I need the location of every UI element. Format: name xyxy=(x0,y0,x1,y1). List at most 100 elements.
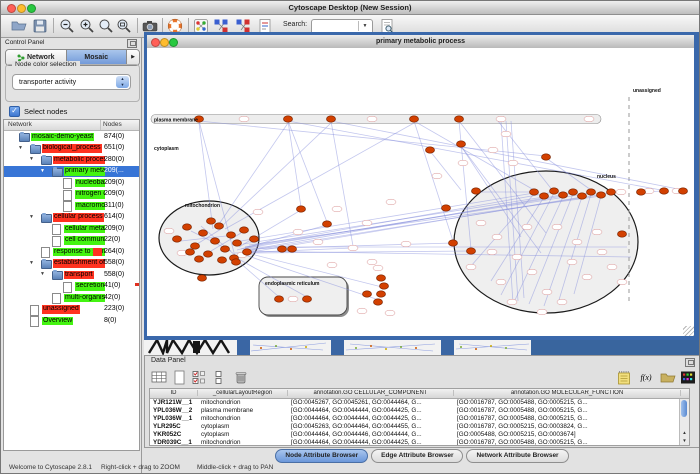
network-node[interactable] xyxy=(618,231,627,237)
node-color-attribute-select[interactable]: transporter activity ▲▼ xyxy=(12,74,131,90)
zoom-selected-icon[interactable] xyxy=(96,17,116,35)
network-node[interactable] xyxy=(297,206,306,212)
tree-row[interactable]: unassigned223(0) xyxy=(4,304,139,316)
network-node[interactable] xyxy=(377,275,386,281)
network-node[interactable] xyxy=(587,189,596,195)
network-node[interactable] xyxy=(227,232,236,238)
float-panel-icon[interactable] xyxy=(127,39,137,48)
tree-row[interactable]: Overview8(0) xyxy=(4,315,139,327)
data-panel-float-icon[interactable] xyxy=(685,358,695,367)
network-node[interactable] xyxy=(472,188,481,194)
unselect-attributes-icon[interactable] xyxy=(210,369,228,386)
network-node[interactable] xyxy=(530,189,539,195)
tree-row[interactable]: nucleobase-209(0) xyxy=(4,177,139,189)
select-attributes-icon[interactable] xyxy=(190,369,208,386)
scroll-down-icon[interactable]: ▼ xyxy=(680,437,689,445)
tree-row[interactable]: nitrogen compo209(0) xyxy=(4,189,139,201)
select-nodes-checkbox[interactable]: ✓ xyxy=(9,106,20,117)
network-node[interactable] xyxy=(243,249,252,255)
tree-row[interactable]: cellular metabo209(0) xyxy=(4,223,139,235)
network-node[interactable] xyxy=(284,116,293,122)
network-node[interactable] xyxy=(278,246,287,252)
function-builder-icon[interactable]: f(x) xyxy=(637,369,655,386)
tree-row[interactable]: macromolecule311(0) xyxy=(4,200,139,212)
network-node[interactable] xyxy=(374,299,383,305)
network-node[interactable] xyxy=(186,249,195,255)
network-node[interactable] xyxy=(275,296,284,302)
network-node[interactable] xyxy=(207,218,216,224)
network-node[interactable] xyxy=(198,275,207,281)
zoom-out-icon[interactable] xyxy=(57,17,77,35)
table-row[interactable]: YDR039C__1mitochondrion[GO:0044464, GO:0… xyxy=(150,439,689,447)
tree-row[interactable]: ▼cellular process614(0) xyxy=(4,212,139,224)
notepad-icon[interactable] xyxy=(615,369,633,386)
import-attributes-folder-icon[interactable] xyxy=(659,369,677,386)
network-node[interactable] xyxy=(559,192,568,198)
network-node[interactable] xyxy=(218,257,227,263)
network-node[interactable] xyxy=(288,246,297,252)
network-node[interactable] xyxy=(569,189,578,195)
network-node[interactable] xyxy=(578,193,587,199)
network-node[interactable] xyxy=(426,147,435,153)
network-node[interactable] xyxy=(467,248,476,254)
network-node[interactable] xyxy=(380,283,389,289)
network-node[interactable] xyxy=(457,141,466,147)
network-node[interactable] xyxy=(637,189,646,195)
network-node[interactable] xyxy=(540,193,549,199)
tab-node-attribute-browser[interactable]: Node Attribute Browser xyxy=(275,449,368,463)
table-scroll-thumb[interactable] xyxy=(681,400,687,417)
search-dropdown-icon[interactable]: ▼ xyxy=(358,21,371,31)
network-node[interactable] xyxy=(211,238,220,244)
new-attribute-icon[interactable] xyxy=(170,369,188,386)
network-node[interactable] xyxy=(323,221,332,227)
table-row[interactable]: YJR121W__1mitochondrion[GO:0045267, GO:0… xyxy=(150,399,689,407)
tab-edge-attribute-browser[interactable]: Edge Attribute Browser xyxy=(371,449,463,463)
network-node[interactable] xyxy=(191,243,200,249)
network-node[interactable] xyxy=(410,116,419,122)
network-node[interactable] xyxy=(240,227,249,233)
tree-row[interactable]: secretion41(0) xyxy=(4,281,139,293)
tree-row[interactable]: ▼metabolic process280(0) xyxy=(4,154,139,166)
network-node[interactable] xyxy=(195,256,204,262)
network-node[interactable] xyxy=(597,192,606,198)
network-node[interactable] xyxy=(221,246,230,252)
network-node[interactable] xyxy=(199,230,208,236)
column-header[interactable]: ID xyxy=(150,390,198,396)
network-node[interactable] xyxy=(550,188,559,194)
tree-row[interactable]: ▼establishment of lo558(0) xyxy=(4,258,139,270)
table-scrollbar[interactable]: ▲ ▼ xyxy=(679,399,689,445)
expander-icon[interactable]: ▼ xyxy=(18,145,23,151)
expander-icon[interactable]: ▼ xyxy=(29,156,34,162)
network-node[interactable] xyxy=(173,236,182,242)
expander-icon[interactable]: ▼ xyxy=(40,271,45,277)
resize-grip-icon[interactable] xyxy=(683,326,694,336)
table-row[interactable]: YPL036W__2plasma membrane[GO:0044464, GO… xyxy=(150,407,689,415)
save-session-icon[interactable] xyxy=(30,17,50,35)
network-node[interactable] xyxy=(455,116,464,122)
tree-row[interactable]: response to stimul264(0) xyxy=(4,246,139,258)
tree-row[interactable]: ▼biological_process651(0) xyxy=(4,143,139,155)
network-node[interactable] xyxy=(542,154,551,160)
tab-overflow-arrow-icon[interactable]: ▶ xyxy=(127,50,139,65)
tree-row[interactable]: ▼primary metabo209(... xyxy=(4,166,139,178)
column-header[interactable]: annotation.GO MOLECULAR_FUNCTION xyxy=(454,390,681,396)
network-node[interactable] xyxy=(679,188,688,194)
tree-row[interactable]: cell communicat22(0) xyxy=(4,235,139,247)
delete-attribute-trash-icon[interactable] xyxy=(232,369,250,386)
network-node[interactable] xyxy=(183,224,192,230)
network-node[interactable] xyxy=(215,223,224,229)
network-node[interactable] xyxy=(232,259,241,265)
expander-icon[interactable]: ▼ xyxy=(29,260,34,266)
network-node[interactable] xyxy=(442,205,451,211)
expander-icon[interactable]: ▼ xyxy=(40,168,45,174)
table-row[interactable]: YKR052Ccytoplasm[GO:0044464, GO:0044446,… xyxy=(150,431,689,439)
zoom-in-icon[interactable] xyxy=(77,17,97,35)
column-header[interactable]: _cellularLayoutRegion xyxy=(198,390,288,396)
network-node[interactable] xyxy=(233,240,242,246)
combo-arrows-icon[interactable]: ▲▼ xyxy=(116,76,129,88)
column-header[interactable]: annotation.GO CELLULAR_COMPONENT xyxy=(288,390,454,396)
network-node[interactable] xyxy=(377,291,386,297)
scroll-up-icon[interactable]: ▲ xyxy=(680,429,689,437)
network-canvas[interactable]: plasma membranecytoplasmmitochondrionnuc… xyxy=(147,48,694,336)
tree-row[interactable]: multi-organism pro42(0) xyxy=(4,292,139,304)
